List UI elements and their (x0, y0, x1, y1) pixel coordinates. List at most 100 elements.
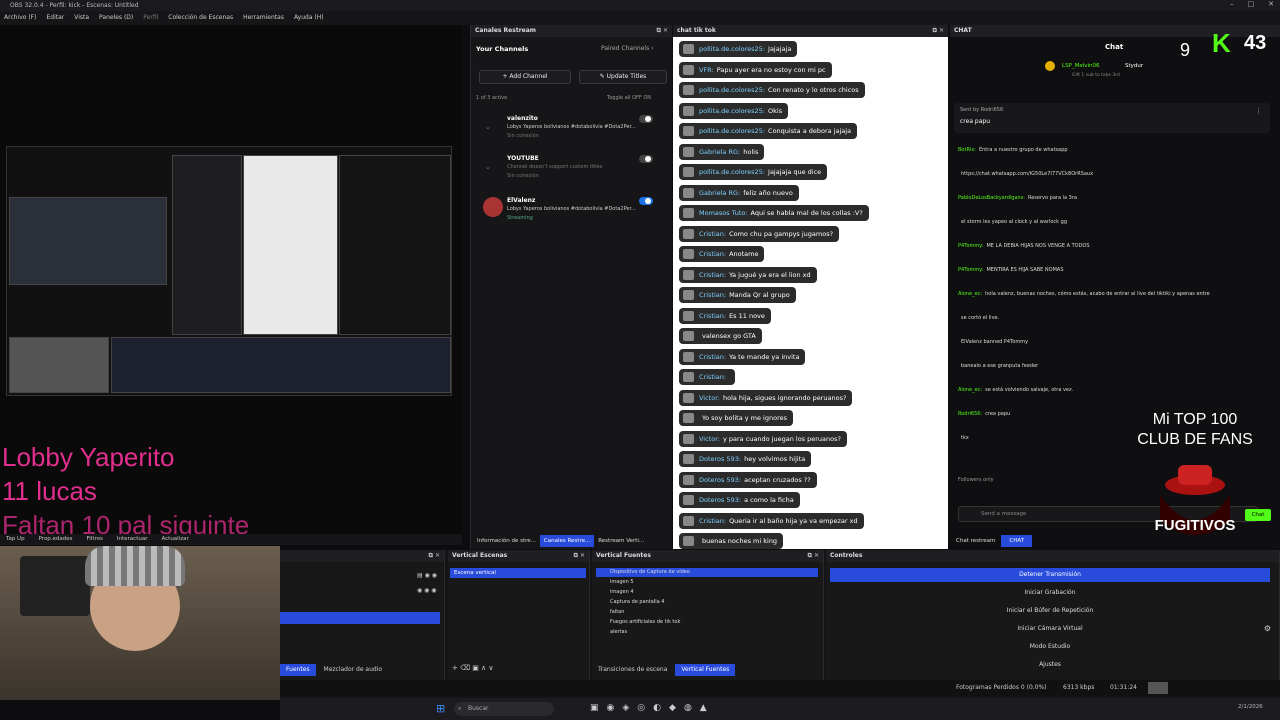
tiktok-message: Cristian: Manda Qr al grupo (679, 287, 796, 303)
window-title: OBS 32.0.4 - Perfil: kick - Escenas: Unt… (10, 2, 139, 9)
source-item[interactable]: alertas (596, 628, 818, 637)
tab-chat[interactable]: CHAT (1001, 535, 1033, 547)
control-button[interactable]: Iniciar Grabación (830, 586, 1270, 600)
app-icon[interactable]: ◐ (653, 703, 661, 713)
source-item-selected[interactable] (280, 612, 440, 624)
scene-toolbar-icons[interactable]: + ⌫ ▣ ∧ ∨ (452, 664, 494, 672)
menu-item-scene-collection[interactable]: Colección de Escenas (168, 11, 233, 25)
gear-icon[interactable]: ⚙ (1264, 624, 1271, 633)
channel-toggle[interactable] (639, 197, 653, 205)
app-icon[interactable]: ▣ (590, 703, 599, 713)
bottom-dock: ⧉ ✕ ▤ ◉ ◉ ◉ ◉ ◉ Vertical Escenas ⧉ ✕ Esc… (280, 550, 1280, 698)
tab-chat-restream[interactable]: Chat restream (950, 535, 1001, 547)
preview-canvas[interactable] (6, 146, 452, 396)
app-icon[interactable]: ◉ (607, 703, 615, 713)
tab-restream-channels[interactable]: Canales Restre... (539, 535, 595, 547)
tiktok-message: valensex go GTA (679, 328, 762, 344)
chat-text: ME LA DEBIA HIJAS NOS VENGE A TODOS (986, 243, 1090, 249)
pinned-text: crea papu (960, 118, 991, 125)
control-button[interactable]: Modo Estudio (830, 640, 1270, 654)
chat-message: BotRix: Entra a nuestro grupo de whatsapp (958, 147, 1068, 153)
update-titles-button[interactable]: ✎ Update Titles (579, 70, 667, 84)
source-item[interactable]: Fuegos artificiales de tik tok (596, 618, 818, 627)
status-bar: Fotogramas Perdidos 0 (0.0%) 6313 kbps 0… (280, 680, 1280, 696)
app-icon[interactable]: ◆ (669, 703, 676, 713)
avatar (683, 331, 694, 341)
windows-start-icon[interactable]: ⊞ (436, 702, 445, 715)
chevron-down-icon[interactable]: ⌄ (485, 163, 491, 171)
source-visibility-icons[interactable]: ▤ ◉ ◉ ◉ ◉ ◉ (417, 568, 444, 598)
source-item[interactable]: imagen 4 (596, 588, 818, 597)
tab-audio-mixer[interactable]: Mezclador de audio (318, 664, 389, 676)
tab-vertical-sources[interactable]: Vertical Fuentes (675, 664, 736, 676)
scene-item[interactable]: Escena vertical (450, 568, 586, 578)
close-icon[interactable]: ✕ (1268, 0, 1274, 11)
app-icon[interactable]: ◈ (622, 703, 629, 713)
menu-item-edit[interactable]: Editar (46, 11, 64, 25)
menu-item-tools[interactable]: Herramientas (243, 11, 284, 25)
control-button[interactable]: Iniciar el Búfer de Repetición (830, 604, 1270, 618)
preview-area[interactable]: Lobby Yaperito 11 lucas Faltan 10 pal si… (0, 25, 462, 545)
tab-transitions[interactable]: Transiciones de escena (592, 664, 673, 676)
avatar (683, 167, 694, 177)
avatar (683, 269, 694, 280)
maximize-icon[interactable]: □ (1248, 0, 1255, 11)
close-icon[interactable]: ⧉ ✕ (657, 25, 668, 37)
channel-status: Streaming (507, 215, 533, 221)
control-button[interactable]: Ajustes (830, 658, 1270, 672)
menu-item-profile[interactable]: Perfil (143, 11, 158, 25)
close-icon[interactable]: ⧉ ✕ (574, 550, 585, 562)
channel-toggle[interactable] (639, 115, 653, 123)
control-button[interactable]: Iniciar Cámara Virtual (830, 622, 1270, 636)
close-icon[interactable]: ⧉ ✕ (808, 550, 819, 562)
taskbar-search[interactable]: ⌕ Buscar (454, 702, 554, 716)
source-item[interactable]: Dispositivo de Captura de vídeo (596, 568, 818, 577)
control-button[interactable]: Detener Transmisión (830, 568, 1270, 582)
message-user: pollita.de.colores25: (699, 127, 766, 135)
app-icon[interactable]: ▲ (700, 703, 707, 713)
menu-item-file[interactable]: Archivo (F) (4, 11, 36, 25)
interact-button[interactable]: Interactuar (117, 534, 148, 545)
chevron-down-icon[interactable]: ⌄ (485, 123, 491, 131)
close-icon[interactable]: ⧉ ✕ (429, 550, 440, 562)
message-text: holis (743, 147, 759, 156)
tab-restream-vertical[interactable]: Restream Verti... (596, 535, 646, 547)
tab-sources[interactable]: Fuentes (280, 664, 316, 676)
channel-row[interactable]: ⌄ YOUTUBE Channel doesn't support custom… (477, 155, 667, 191)
tiktok-message: VFR: Papu ayer era no estoy con mi pc (679, 61, 832, 78)
pinned-message[interactable]: Sent by Rodri656 crea papu ⋮ (954, 103, 1270, 133)
tab-up-button[interactable]: Tap Up (6, 534, 25, 545)
filters-button[interactable]: Filtros (87, 534, 103, 545)
nested-dock-thumb (111, 337, 451, 393)
app-icon[interactable]: ◎ (637, 703, 645, 713)
message-text: Ya jugué ya era el lion xd (729, 270, 811, 279)
tab-stream-info[interactable]: Información de stre... (475, 535, 538, 547)
chat-user: P4Tommy: (958, 243, 984, 249)
menu-item-docks[interactable]: Paneles (D) (99, 11, 133, 25)
source-item[interactable]: faltan (596, 608, 818, 617)
source-item[interactable]: Captura de pantalla 4 (596, 598, 818, 607)
refresh-button[interactable]: Actualizar (161, 534, 188, 545)
toggle-all[interactable]: Toggle all OFF ON (607, 95, 651, 101)
channel-toggle[interactable] (639, 155, 653, 163)
nested-chat-thumb (243, 155, 338, 335)
chat-tabs: Chat restream CHAT (950, 535, 1033, 547)
pinned-gift-user: Stydur (1125, 63, 1144, 69)
menu-item-help[interactable]: Ayuda (H) (294, 11, 324, 25)
properties-button[interactable]: Prop.edades (39, 534, 73, 545)
add-channel-button[interactable]: + Add Channel (479, 70, 571, 84)
pin-icon[interactable]: ⋮ (1255, 107, 1262, 115)
menu-item-view[interactable]: Vista (74, 11, 89, 25)
minimize-icon[interactable]: – (1230, 0, 1234, 11)
channel-row[interactable]: ⌄ valenzito Lobys Yaperos bolivianos #do… (477, 115, 667, 151)
source-item[interactable]: imagen 5 (596, 578, 818, 587)
close-icon[interactable]: ⧉ ✕ (933, 25, 944, 37)
chat-message: Aione_ec: se está volviendo salvaje, otra… (958, 387, 1073, 393)
taskbar: ⊞ ⌕ Buscar ▣ ◉ ◈ ◎ ◐ ◆ ◍ ▲ 2/1/2026 (280, 698, 1280, 720)
paired-channels-link[interactable]: Paired Channels › (601, 45, 654, 52)
message-user: Doteros 593: (699, 455, 742, 463)
channel-row[interactable]: ElValenz Lobys Yaperos bolivianos #dotab… (477, 197, 667, 233)
sources-header: ⧉ ✕ (280, 550, 444, 562)
app-icon[interactable]: ◍ (684, 703, 692, 713)
tiktok-message: Gabriela RG: feliz año nuevo (679, 184, 799, 201)
